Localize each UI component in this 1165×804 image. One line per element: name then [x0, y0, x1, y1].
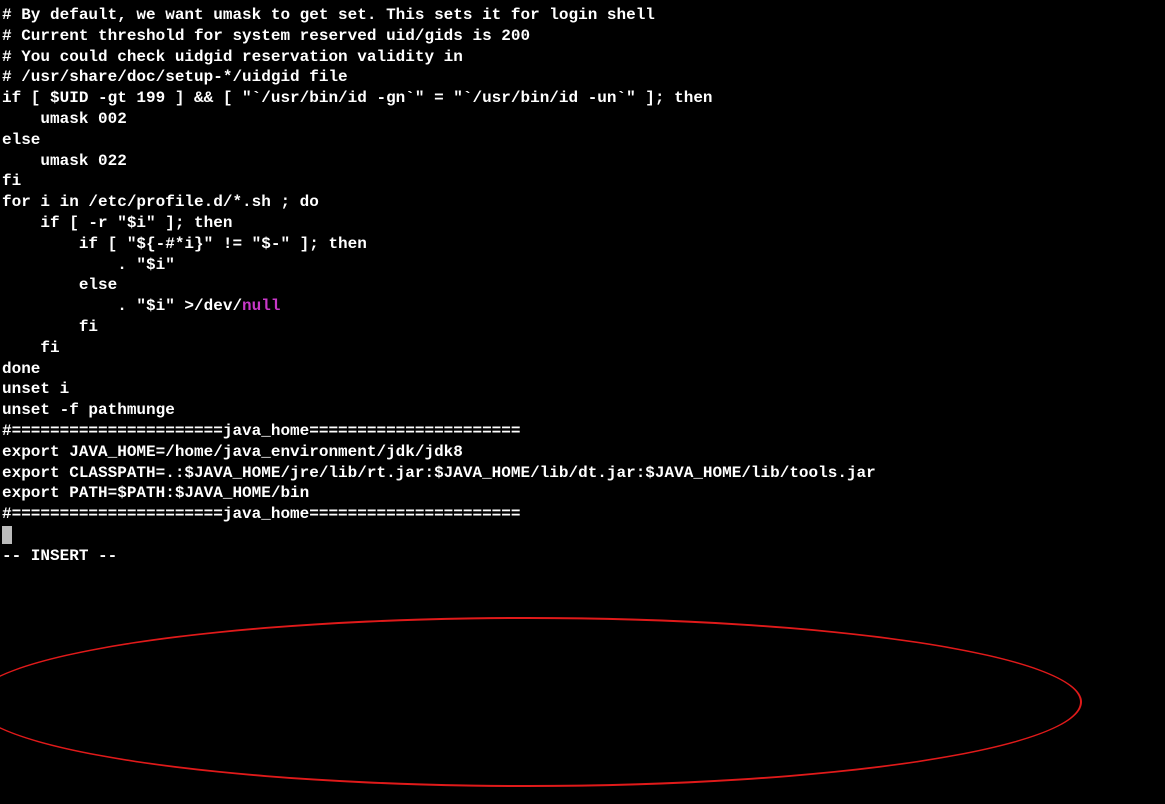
code-line: else — [2, 130, 1163, 151]
code-line: . "$i" — [2, 255, 1163, 276]
code-line: fi — [2, 171, 1163, 192]
code-line: # You could check uidgid reservation val… — [2, 47, 1163, 68]
highlight-ellipse-annotation — [0, 617, 1082, 787]
code-line: # Current threshold for system reserved … — [2, 26, 1163, 47]
code-line: umask 002 — [2, 109, 1163, 130]
code-line: export JAVA_HOME=/home/java_environment/… — [2, 442, 1163, 463]
code-line: unset -f pathmunge — [2, 400, 1163, 421]
vim-status-line: -- INSERT -- — [2, 546, 1163, 567]
code-line — [2, 525, 1163, 546]
code-line: #======================java_home========… — [2, 504, 1163, 525]
code-line: else — [2, 275, 1163, 296]
code-line: # By default, we want umask to get set. … — [2, 5, 1163, 26]
code-line: umask 022 — [2, 151, 1163, 172]
code-line: unset i — [2, 379, 1163, 400]
code-line: #======================java_home========… — [2, 421, 1163, 442]
code-line: if [ $UID -gt 199 ] && [ "`/usr/bin/id -… — [2, 88, 1163, 109]
code-line: export PATH=$PATH:$JAVA_HOME/bin — [2, 483, 1163, 504]
null-keyword: null — [242, 297, 280, 315]
code-line: for i in /etc/profile.d/*.sh ; do — [2, 192, 1163, 213]
code-line: export CLASSPATH=.:$JAVA_HOME/jre/lib/rt… — [2, 463, 1163, 484]
code-line: done — [2, 359, 1163, 380]
code-line: . "$i" >/dev/null — [2, 296, 1163, 317]
terminal-editor-area[interactable]: # By default, we want umask to get set. … — [2, 5, 1163, 567]
code-line: if [ "${-#*i}" != "$-" ]; then — [2, 234, 1163, 255]
code-line: fi — [2, 317, 1163, 338]
code-line: if [ -r "$i" ]; then — [2, 213, 1163, 234]
code-line: # /usr/share/doc/setup-*/uidgid file — [2, 67, 1163, 88]
cursor — [2, 526, 12, 544]
code-line: fi — [2, 338, 1163, 359]
